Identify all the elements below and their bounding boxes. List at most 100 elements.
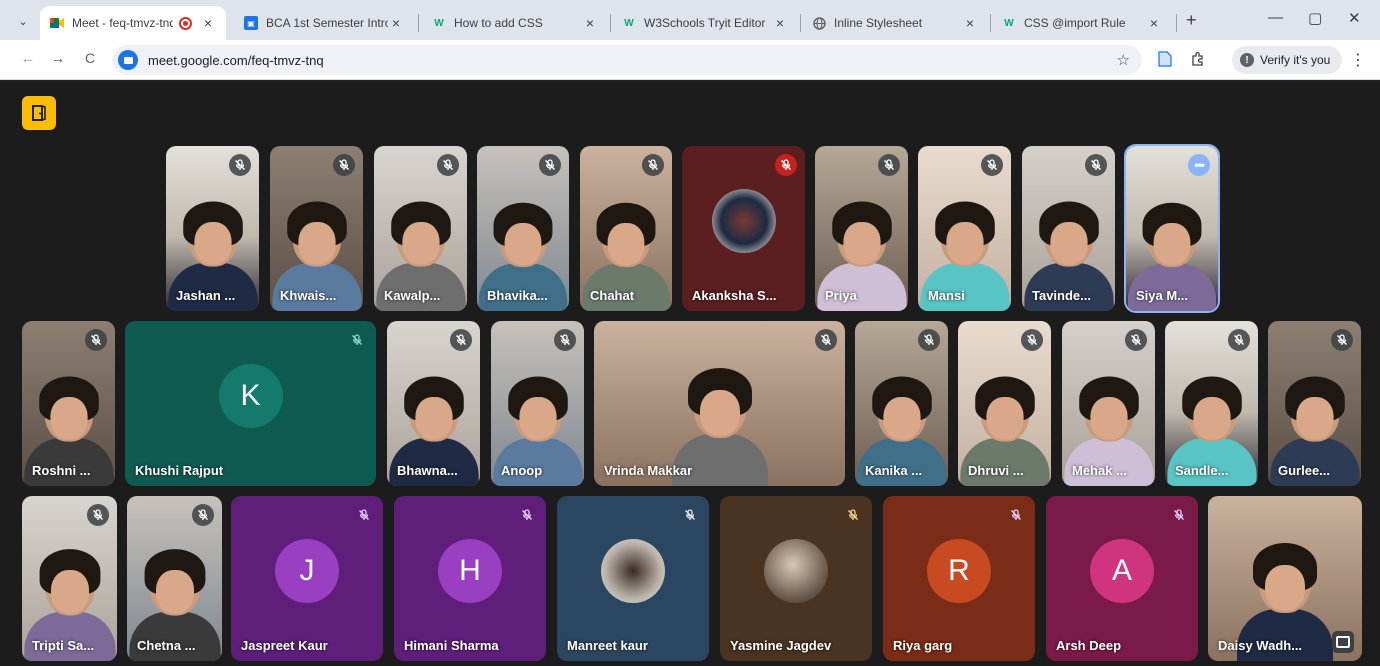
- close-tab-icon[interactable]: ×: [962, 15, 978, 31]
- mic-off-icon: [981, 154, 1003, 176]
- participant-tile[interactable]: Anoop: [491, 321, 584, 486]
- participant-tile[interactable]: K Khushi Rajput: [125, 321, 376, 486]
- browser-menu-icon[interactable]: ⋮: [1350, 50, 1366, 70]
- participant-tile[interactable]: Mehak ...: [1062, 321, 1155, 486]
- w3schools-icon: W: [434, 17, 444, 29]
- participant-tile[interactable]: Akanksha S...: [682, 146, 805, 311]
- participant-tile[interactable]: Chahat: [580, 146, 672, 311]
- restore-icon[interactable]: ▢: [1308, 9, 1322, 27]
- reading-list-icon[interactable]: [1158, 51, 1174, 67]
- window-close-icon[interactable]: ✕: [1348, 9, 1361, 27]
- mic-off-icon: [346, 329, 368, 351]
- participant-tile[interactable]: Priya: [815, 146, 908, 311]
- participant-avatar: J: [275, 538, 339, 603]
- mic-off-icon: [554, 329, 576, 351]
- minimize-icon[interactable]: —: [1268, 9, 1283, 26]
- tab-css-import[interactable]: W CSS @import Rule ×: [992, 6, 1172, 40]
- participant-tile[interactable]: Jashan ...: [166, 146, 259, 311]
- participant-tile[interactable]: Chetna ...: [127, 496, 222, 661]
- browser-toolbar: ← → C meet.google.com/feq-tmvz-tnq ☆ ! V…: [0, 40, 1380, 80]
- bookmark-star-icon[interactable]: ☆: [1117, 51, 1130, 69]
- participant-name: Gurlee...: [1278, 463, 1331, 478]
- participant-tile[interactable]: Tripti Sa...: [22, 496, 117, 661]
- participant-avatar: R: [927, 538, 991, 603]
- tab-tryit-editor[interactable]: W W3Schools Tryit Editor ×: [612, 6, 798, 40]
- participant-name: Kanika ...: [865, 463, 923, 478]
- tab-separator: [1176, 14, 1177, 32]
- participant-tile[interactable]: Vrinda Makkar: [594, 321, 845, 486]
- participant-tile[interactable]: Tavinde...: [1022, 146, 1115, 311]
- mic-off-icon: [878, 154, 900, 176]
- close-tab-icon[interactable]: ×: [388, 15, 404, 31]
- participant-tile[interactable]: Yasmine Jagdev: [720, 496, 872, 661]
- participant-avatar: [711, 188, 776, 253]
- tab-how-to-add-css[interactable]: W How to add CSS ×: [422, 6, 608, 40]
- participant-tile[interactable]: Mansi: [918, 146, 1011, 311]
- back-icon[interactable]: ←: [18, 50, 38, 67]
- pin-icon[interactable]: [1332, 631, 1354, 653]
- more-options-icon[interactable]: •••: [1188, 154, 1210, 176]
- participant-name: Bhavika...: [487, 288, 548, 303]
- tab-bca[interactable]: ▣ BCA 1st Semester Introduc ×: [234, 6, 414, 40]
- participant-tile[interactable]: ••• Siya M...: [1124, 144, 1220, 313]
- participant-tile[interactable]: Sandle...: [1165, 321, 1258, 486]
- mic-off-icon: [679, 504, 701, 526]
- close-tab-icon[interactable]: ×: [1146, 15, 1162, 31]
- mic-off-icon: [192, 504, 214, 526]
- tab-strip: ⌄ Meet - feq-tmvz-tnq × ▣ BCA 1st Semest…: [0, 0, 1380, 40]
- recording-icon: [179, 16, 192, 30]
- tab-search-dropdown[interactable]: ⌄: [10, 8, 36, 34]
- tab-inline-stylesheet[interactable]: Inline Stylesheet ×: [802, 6, 988, 40]
- mic-off-icon: [87, 504, 109, 526]
- tab-title: Inline Stylesheet: [834, 16, 923, 30]
- participant-tile[interactable]: Kawalp...: [374, 146, 467, 311]
- participant-tile[interactable]: Daisy Wadh...: [1208, 496, 1362, 661]
- participant-tile[interactable]: Kanika ...: [855, 321, 948, 486]
- participant-tile[interactable]: J Jaspreet Kaur: [231, 496, 383, 661]
- verify-label: Verify it's you: [1260, 53, 1331, 67]
- tab-meet[interactable]: Meet - feq-tmvz-tnq ×: [40, 6, 226, 40]
- participant-name: Khushi Rajput: [135, 463, 224, 478]
- extensions-icon[interactable]: [1190, 51, 1206, 67]
- participant-name: Priya: [825, 288, 857, 303]
- participant-name: Anoop: [501, 463, 543, 478]
- close-tab-icon[interactable]: ×: [200, 15, 216, 31]
- participant-tile[interactable]: H Himani Sharma: [394, 496, 546, 661]
- new-tab-button[interactable]: +: [1186, 10, 1197, 31]
- participant-tile[interactable]: Bhawna...: [387, 321, 480, 486]
- participant-name: Mansi: [928, 288, 965, 303]
- participant-tile[interactable]: Gurlee...: [1268, 321, 1361, 486]
- address-bar[interactable]: meet.google.com/feq-tmvz-tnq ☆: [112, 45, 1142, 75]
- participant-tile[interactable]: Roshni ...: [22, 321, 115, 486]
- reload-icon[interactable]: C: [80, 50, 100, 66]
- tab-title: W3Schools Tryit Editor: [644, 16, 766, 30]
- participant-name: Tavinde...: [1032, 288, 1091, 303]
- participant-name: Jaspreet Kaur: [241, 638, 328, 653]
- participant-tile[interactable]: R Riya garg: [883, 496, 1035, 661]
- tab-separator: [800, 14, 801, 32]
- close-tab-icon[interactable]: ×: [582, 15, 598, 31]
- close-tab-icon[interactable]: ×: [772, 15, 788, 31]
- participant-tile[interactable]: Dhruvi ...: [958, 321, 1051, 486]
- participant-tile[interactable]: Khwais...: [270, 146, 363, 311]
- participant-name: Dhruvi ...: [968, 463, 1024, 478]
- participant-avatar: H: [438, 538, 502, 603]
- mic-off-icon: [539, 154, 561, 176]
- participant-name: Daisy Wadh...: [1218, 638, 1303, 653]
- participant-name: Sandle...: [1175, 463, 1229, 478]
- mic-off-icon: [1021, 329, 1043, 351]
- verify-profile-button[interactable]: ! Verify it's you: [1232, 46, 1343, 74]
- globe-icon: [812, 16, 826, 30]
- participant-tile[interactable]: A Arsh Deep: [1046, 496, 1198, 661]
- participant-tile[interactable]: Bhavika...: [477, 146, 569, 311]
- participant-tile[interactable]: Manreet kaur: [557, 496, 709, 661]
- forward-icon[interactable]: →: [48, 50, 68, 67]
- w3schools-icon: W: [1004, 17, 1014, 29]
- participant-name: Bhawna...: [397, 463, 458, 478]
- door-icon[interactable]: [22, 96, 56, 130]
- participant-name: Kawalp...: [384, 288, 441, 303]
- site-info-icon[interactable]: [118, 50, 138, 70]
- mic-off-icon: [229, 154, 251, 176]
- mic-off-icon: [1228, 329, 1250, 351]
- mic-off-icon: [842, 504, 864, 526]
